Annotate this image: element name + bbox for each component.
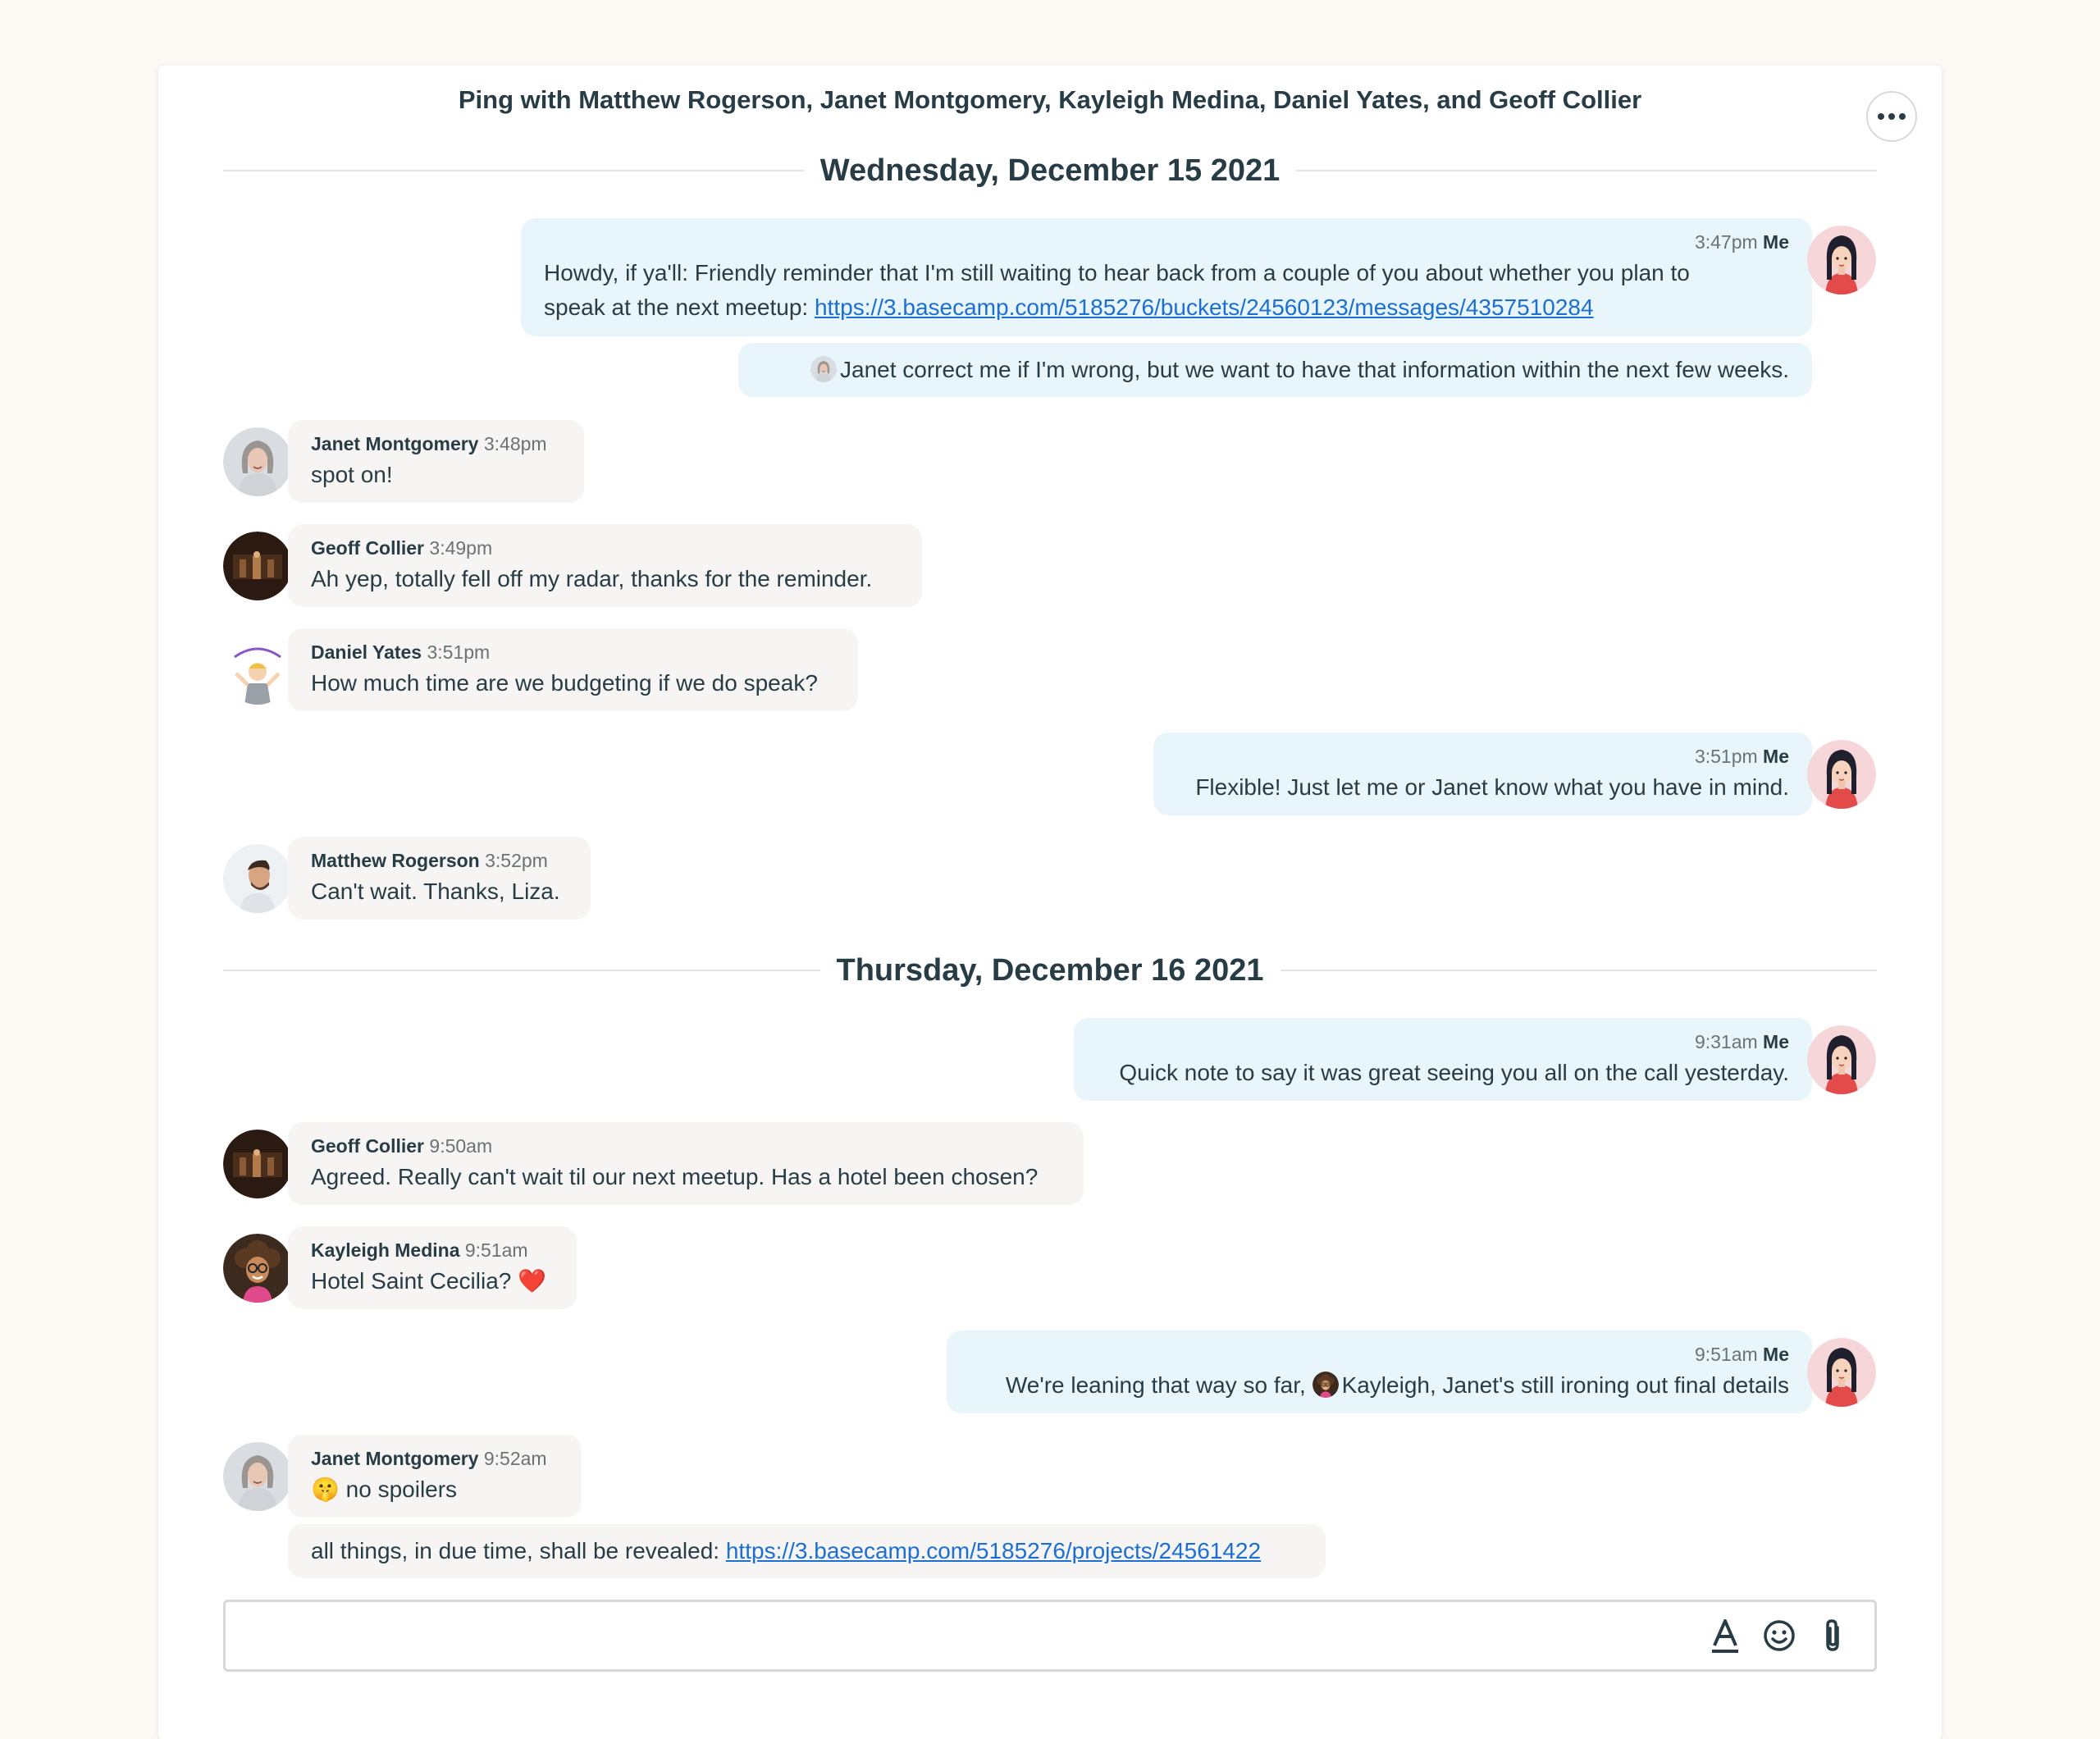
avatar-janet-montgomery[interactable] bbox=[223, 427, 292, 496]
heart-emoji: ❤️ bbox=[518, 1268, 546, 1294]
composer-toolbar bbox=[1709, 1617, 1850, 1655]
message-text: How much time are we budgeting if we do … bbox=[311, 670, 818, 696]
message-line: We're leaning that way so far, bbox=[1005, 1372, 1312, 1398]
message-link[interactable]: https://3.basecamp.com/5185276/buckets/2… bbox=[815, 294, 1594, 320]
divider bbox=[1280, 970, 1878, 971]
avatar-daniel-yates[interactable] bbox=[223, 636, 292, 705]
message-text: spot on! bbox=[311, 462, 393, 487]
message-text: Flexible! Just let me or Janet know what… bbox=[1195, 774, 1789, 800]
message-sender: Geoff Collier bbox=[311, 1135, 425, 1157]
message-sender: Me bbox=[1763, 1031, 1789, 1052]
message-composer[interactable] bbox=[223, 1600, 1877, 1672]
message-text: Hotel Saint Cecilia? ❤️ bbox=[311, 1264, 554, 1299]
avatar-matthew-rogerson[interactable] bbox=[223, 844, 292, 913]
message-time: 9:51am bbox=[1694, 1344, 1758, 1365]
avatar-geoff-collier[interactable] bbox=[223, 532, 292, 600]
message-time: 3:48pm bbox=[483, 433, 547, 454]
day-label: Wednesday, December 15 2021 bbox=[819, 153, 1281, 188]
message-sender: Me bbox=[1763, 1344, 1789, 1365]
message-text: Quick note to say it was great seeing yo… bbox=[1119, 1060, 1789, 1085]
divider bbox=[223, 970, 820, 971]
shushing-emoji: 🤫 bbox=[311, 1477, 340, 1502]
message-sender: Geoff Collier bbox=[311, 537, 425, 559]
message-time: 9:51am bbox=[464, 1239, 528, 1261]
message-time: 9:52am bbox=[483, 1448, 547, 1469]
message-line: Kayleigh, Janet's still ironing out fina… bbox=[1341, 1372, 1789, 1398]
my-avatar[interactable] bbox=[1807, 1338, 1876, 1407]
message-time: 3:47pm bbox=[1694, 231, 1758, 253]
message-bubble: Janet Montgomery 3:48pm spot on! bbox=[288, 420, 584, 503]
day-label: Thursday, December 16 2021 bbox=[836, 952, 1264, 988]
divider bbox=[223, 170, 804, 171]
message-sender: Daniel Yates bbox=[311, 641, 422, 663]
avatar-geoff-collier[interactable] bbox=[223, 1130, 292, 1198]
message-bubble: Kayleigh Medina 9:51am Hotel Saint Cecil… bbox=[288, 1226, 577, 1309]
avatar-janet-montgomery[interactable] bbox=[223, 1442, 292, 1511]
message-text: Janet correct me if I'm wrong, but we wa… bbox=[761, 353, 1789, 387]
day-separator: Wednesday, December 15 2021 bbox=[223, 150, 1877, 191]
my-avatar[interactable] bbox=[1807, 1025, 1876, 1094]
message-text: 🤫 no spoilers bbox=[311, 1472, 559, 1507]
message-bubble: Geoff Collier 9:50am Agreed. Really can'… bbox=[288, 1122, 1084, 1205]
emoji-icon[interactable] bbox=[1763, 1617, 1796, 1655]
ellipsis-dot bbox=[1899, 113, 1906, 120]
message-text: Can't wait. Thanks, Liza. bbox=[311, 879, 560, 904]
message-line: speak at the next meetup: bbox=[544, 294, 815, 320]
message-line: no spoilers bbox=[339, 1477, 458, 1502]
message-sender: Matthew Rogerson bbox=[311, 850, 480, 871]
message-bubble-me: 3:47pm Me Howdy, if ya'll: Friendly remi… bbox=[521, 218, 1812, 336]
day-separator: Thursday, December 16 2021 bbox=[223, 950, 1878, 991]
message-line: Howdy, if ya'll: Friendly reminder that … bbox=[544, 260, 1690, 285]
message-sender: Me bbox=[1763, 746, 1789, 767]
message-time: 3:51pm bbox=[427, 641, 491, 663]
more-options-button[interactable] bbox=[1866, 91, 1917, 142]
message-sender: Janet Montgomery bbox=[311, 1448, 479, 1469]
message-time: 3:51pm bbox=[1694, 746, 1758, 767]
message-bubble-me: 3:51pm Me Flexible! Just let me or Janet… bbox=[1153, 733, 1812, 815]
message-bubble: Janet Montgomery 9:52am 🤫 no spoilers bbox=[288, 1435, 582, 1518]
message-text: Agreed. Really can't wait til our next m… bbox=[311, 1164, 1039, 1189]
message-text: We're leaning that way so far, Kayleigh,… bbox=[970, 1368, 1789, 1403]
my-avatar[interactable] bbox=[1807, 226, 1876, 294]
message-sender: Me bbox=[1763, 231, 1789, 253]
avatar-kayleigh-medina[interactable] bbox=[223, 1234, 292, 1303]
page-title: Ping with Matthew Rogerson, Janet Montgo… bbox=[458, 85, 1642, 114]
message-sender: Janet Montgomery bbox=[311, 433, 479, 454]
message-time: 3:52pm bbox=[485, 850, 548, 871]
message-text: Ah yep, totally fell off my radar, thank… bbox=[311, 566, 873, 591]
message-time: 9:50am bbox=[429, 1135, 493, 1157]
message-bubble-me: 9:51am Me We're leaning that way so far,… bbox=[947, 1330, 1812, 1413]
mention-avatar-kayleigh bbox=[1312, 1372, 1339, 1398]
ellipsis-icon bbox=[1878, 113, 1884, 120]
message-text: all things, in due time, shall be reveal… bbox=[311, 1534, 1303, 1568]
message-link[interactable]: https://3.basecamp.com/5185276/projects/… bbox=[726, 1538, 1261, 1563]
message-line: all things, in due time, shall be reveal… bbox=[311, 1538, 726, 1563]
message-line: Hotel Saint Cecilia? bbox=[311, 1268, 518, 1294]
message-bubble: Daniel Yates 3:51pm How much time are we… bbox=[288, 628, 858, 711]
my-avatar[interactable] bbox=[1807, 740, 1876, 809]
message-time: 3:49pm bbox=[429, 537, 493, 559]
message-text: Howdy, if ya'll: Friendly reminder that … bbox=[544, 256, 1789, 325]
message-bubble: Matthew Rogerson 3:52pm Can't wait. Than… bbox=[288, 837, 591, 920]
attachment-icon[interactable] bbox=[1817, 1617, 1850, 1655]
message-bubble: Geoff Collier 3:49pm Ah yep, totally fel… bbox=[288, 524, 922, 607]
message-bubble-me: 9:31am Me Quick note to say it was great… bbox=[1074, 1018, 1812, 1101]
message-sender: Kayleigh Medina bbox=[311, 1239, 460, 1261]
message-bubble-me: Janet correct me if I'm wrong, but we wa… bbox=[738, 343, 1812, 397]
text-format-icon[interactable] bbox=[1709, 1617, 1742, 1655]
mention-avatar-janet bbox=[810, 356, 837, 382]
message-bubble: all things, in due time, shall be reveal… bbox=[288, 1524, 1326, 1578]
message-line: Janet correct me if I'm wrong, but we wa… bbox=[840, 357, 1789, 382]
divider bbox=[1296, 170, 1877, 171]
message-time: 9:31am bbox=[1694, 1031, 1758, 1052]
ellipsis-dot bbox=[1888, 113, 1895, 120]
